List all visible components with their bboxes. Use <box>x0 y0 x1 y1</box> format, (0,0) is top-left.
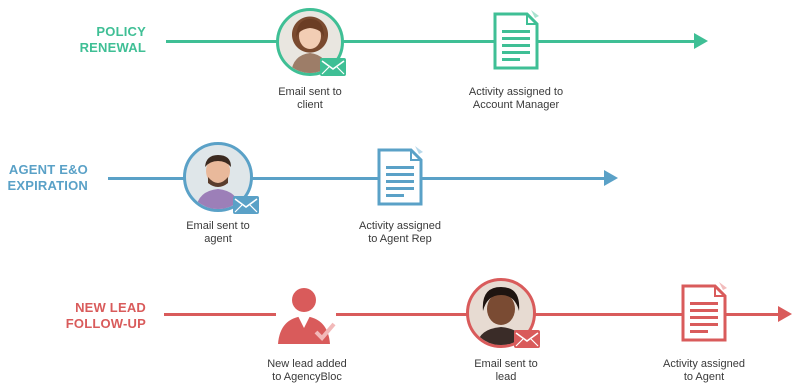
row-title: NEW LEAD FOLLOW-UP <box>65 300 146 331</box>
person-check-icon <box>276 284 336 346</box>
row-title: POLICY RENEWAL <box>79 24 146 55</box>
document-icon <box>375 144 427 208</box>
step-caption: Activity assigned to Agent Rep <box>359 220 441 245</box>
envelope-icon <box>320 58 346 76</box>
step-caption: Activity assigned to Agent <box>663 358 745 383</box>
step-email-client <box>276 8 346 80</box>
step-email-agent <box>183 142 261 216</box>
envelope-icon <box>233 196 259 214</box>
row-agent-eo-expiration: AGENT E&O EXPIRATION Email sent to agent <box>0 120 792 250</box>
step-caption: Email sent to agent <box>186 220 250 245</box>
arrow-head-icon <box>694 33 708 49</box>
row-title: AGENT E&O EXPIRATION <box>7 162 88 193</box>
envelope-icon <box>514 330 540 348</box>
step-email-lead <box>466 278 544 356</box>
step-caption: Email sent to client <box>278 86 342 111</box>
timeline-line <box>166 40 696 43</box>
arrow-head-icon <box>604 170 618 186</box>
step-caption: New lead added to AgencyBloc <box>267 358 347 383</box>
row-policy-renewal: POLICY RENEWAL Email sent to client Acti… <box>0 0 792 120</box>
step-caption: Activity assigned to Account Manager <box>468 86 564 111</box>
step-caption: Email sent to lead <box>474 358 538 383</box>
arrow-head-icon <box>778 306 792 322</box>
row-new-lead-follow-up: NEW LEAD FOLLOW-UP New lead added to Age… <box>0 250 792 385</box>
document-icon <box>679 280 731 344</box>
document-icon <box>491 8 543 72</box>
